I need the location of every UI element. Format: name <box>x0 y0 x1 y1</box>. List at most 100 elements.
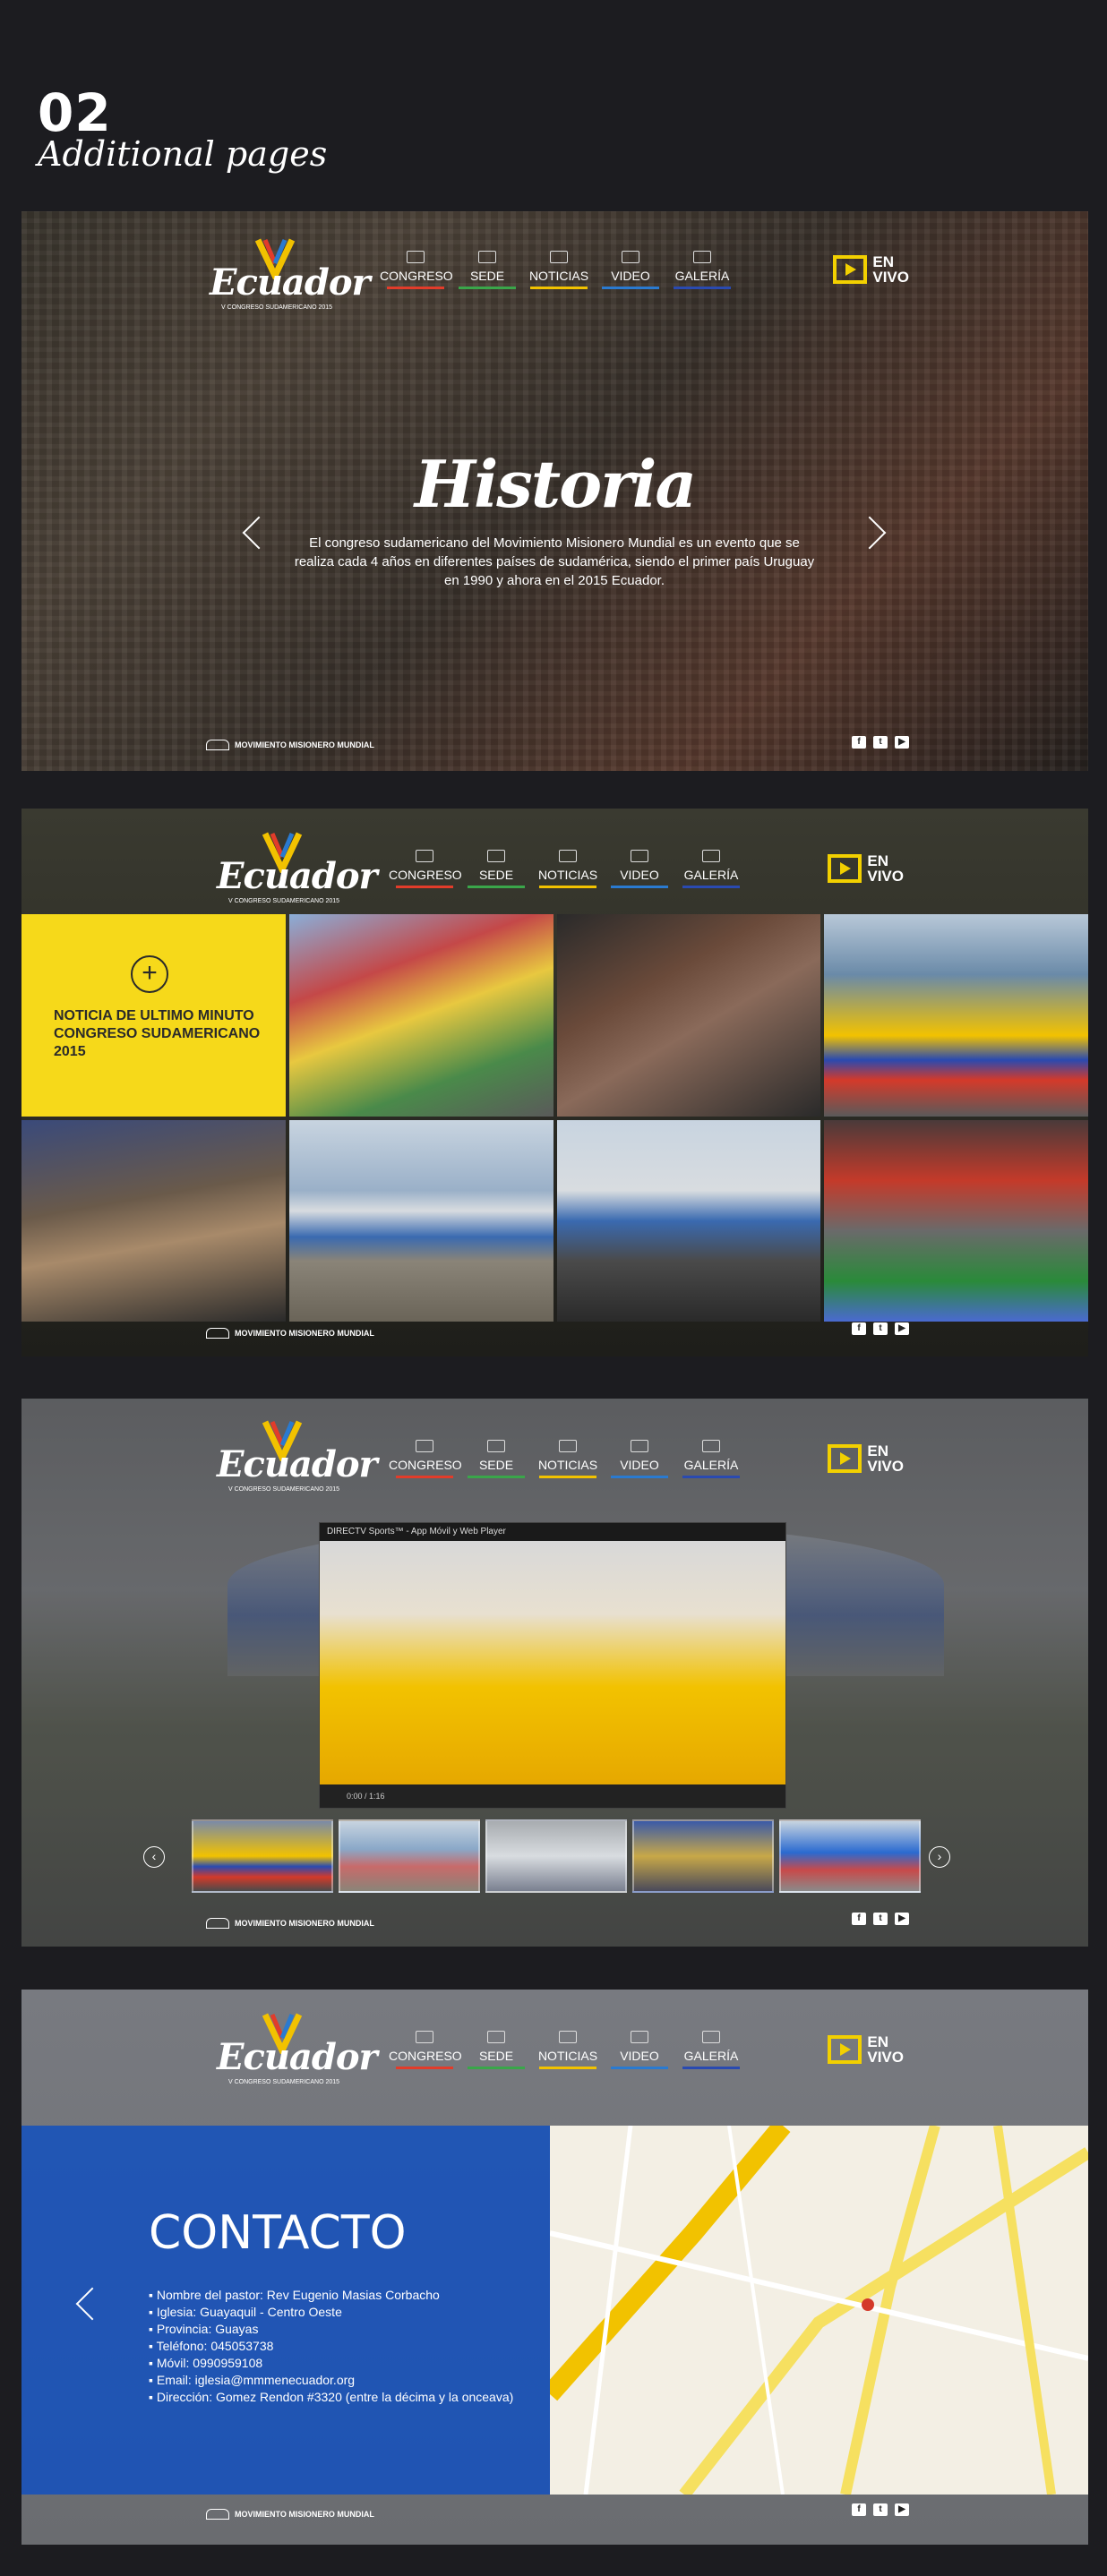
noticias-page: Ecuador V CONGRESO SUDAMERICANO 2015 CON… <box>21 809 1088 1356</box>
contact-panel: CONTACTO Nombre del pastor: Rev Eugenio … <box>21 2126 550 2495</box>
calendar-icon <box>416 2031 433 2043</box>
chat-icon <box>559 2031 577 2043</box>
nav-congreso[interactable]: CONGRESO <box>389 1440 462 1478</box>
facebook-icon[interactable]: f <box>852 2503 866 2516</box>
calendar-icon <box>416 1440 433 1452</box>
location-map[interactable] <box>550 2126 1088 2495</box>
contact-item: Teléfono: 045053738 <box>149 2338 513 2355</box>
news-tile-featured[interactable]: + NOTICIA DE ULTIMO MINUTO CONGRESO SUDA… <box>21 914 286 1117</box>
main-nav: CONGRESO SEDE NOTICIAS VIDEO GALERÍA <box>389 850 747 888</box>
nav-video[interactable]: VIDEO <box>604 850 675 888</box>
news-tile[interactable] <box>556 1119 821 1322</box>
news-tile[interactable] <box>288 914 554 1117</box>
logo-word: Ecuador <box>210 261 371 304</box>
video-frame[interactable] <box>320 1541 785 1784</box>
nav-video[interactable]: VIDEO <box>604 2031 675 2069</box>
video-thumb[interactable] <box>485 1819 627 1893</box>
video-page: Ecuador V CONGRESO SUDAMERICANO 2015 CON… <box>21 1399 1088 1947</box>
video-thumb[interactable] <box>779 1819 921 1893</box>
en-vivo-button[interactable]: EN VIVO <box>828 2034 904 2065</box>
news-tile[interactable] <box>21 1119 286 1322</box>
social-links: f t ▶ <box>852 2503 909 2516</box>
prev-arrow-icon[interactable] <box>75 2287 109 2321</box>
facebook-icon[interactable]: f <box>852 1322 866 1335</box>
video-thumb[interactable] <box>192 1819 333 1893</box>
nav-congreso[interactable]: CONGRESO <box>380 251 453 289</box>
video-thumbnails <box>192 1819 921 1893</box>
location-icon <box>487 2031 505 2043</box>
video-icon <box>622 251 639 263</box>
contact-item: Dirección: Gomez Rendon #3320 (entre la … <box>149 2389 513 2406</box>
nav-video[interactable]: VIDEO <box>595 251 666 289</box>
mmm-logo-icon <box>206 740 229 750</box>
ecuador-logo[interactable]: Ecuador V CONGRESO SUDAMERICANO 2015 <box>217 1418 378 1499</box>
chat-icon <box>559 1440 577 1452</box>
nav-noticias[interactable]: NOTICIAS <box>523 251 595 289</box>
logo-tag: V CONGRESO SUDAMERICANO 2015 <box>220 304 333 311</box>
en-vivo-button[interactable]: EN VIVO <box>828 1443 904 1474</box>
twitter-icon[interactable]: t <box>873 1322 888 1335</box>
news-tile[interactable] <box>824 1119 1088 1322</box>
footer-brand: MOVIMIENTO MISIONERO MUNDIAL <box>206 740 374 750</box>
youtube-icon[interactable]: ▶ <box>895 1913 909 1925</box>
nav-video[interactable]: VIDEO <box>604 1440 675 1478</box>
twitter-icon[interactable]: t <box>873 2503 888 2516</box>
video-icon <box>631 1440 648 1452</box>
nav-noticias[interactable]: NOTICIAS <box>532 2031 604 2069</box>
contact-item: Nombre del pastor: Rev Eugenio Masias Co… <box>149 2287 513 2304</box>
ecuador-logo[interactable]: Ecuador V CONGRESO SUDAMERICANO 2015 <box>217 830 378 911</box>
video-player[interactable]: DIRECTV Sports™ - App Móvil y Web Player… <box>319 1522 786 1809</box>
location-icon <box>478 251 496 263</box>
contacto-page: Ecuador V CONGRESO SUDAMERICANO 2015 CON… <box>21 1990 1088 2545</box>
nav-congreso[interactable]: CONGRESO <box>389 2031 462 2069</box>
video-thumb[interactable] <box>632 1819 774 1893</box>
facebook-icon[interactable]: f <box>852 1913 866 1925</box>
nav-galeria[interactable]: GALERÍA <box>675 850 747 888</box>
facebook-icon[interactable]: f <box>852 736 866 749</box>
twitter-icon[interactable]: t <box>873 736 888 749</box>
nav-sede[interactable]: SEDE <box>460 2031 532 2069</box>
video-controls[interactable]: 0:00 / 1:16 <box>320 1784 785 1808</box>
twitter-icon[interactable]: t <box>873 1913 888 1925</box>
next-circle-icon[interactable]: › <box>929 1846 950 1868</box>
nav-sede[interactable]: SEDE <box>451 251 523 289</box>
news-tile[interactable] <box>556 914 821 1117</box>
contact-details: Nombre del pastor: Rev Eugenio Masias Co… <box>149 2287 514 2406</box>
mmm-logo-icon <box>206 1328 229 1339</box>
nav-galeria[interactable]: GALERÍA <box>675 1440 747 1478</box>
footer-brand: MOVIMIENTO MISIONERO MUNDIAL <box>206 1918 374 1929</box>
image-icon <box>702 1440 720 1452</box>
play-icon <box>833 255 868 284</box>
nav-sede[interactable]: SEDE <box>460 850 532 888</box>
image-icon <box>702 850 720 862</box>
location-icon <box>487 850 505 862</box>
youtube-icon[interactable]: ▶ <box>895 2503 909 2516</box>
news-tile[interactable] <box>824 914 1088 1117</box>
historia-page: Ecuador V CONGRESO SUDAMERICANO 2015 CON… <box>21 211 1088 771</box>
nav-galeria[interactable]: GALERÍA <box>666 251 738 289</box>
ecuador-logo[interactable]: Ecuador V CONGRESO SUDAMERICANO 2015 <box>210 236 371 317</box>
en-vivo-button[interactable]: EN VIVO <box>828 853 904 884</box>
news-grid: + NOTICIA DE ULTIMO MINUTO CONGRESO SUDA… <box>21 914 1088 1322</box>
historia-title: Historia <box>414 446 697 522</box>
play-icon <box>828 1444 862 1473</box>
contact-item: Iglesia: Guayaquil - Centro Oeste <box>149 2304 513 2321</box>
social-links: f t ▶ <box>852 1322 909 1335</box>
main-nav: CONGRESO SEDE NOTICIAS VIDEO GALERÍA <box>389 2031 747 2069</box>
video-thumb[interactable] <box>339 1819 480 1893</box>
nav-noticias[interactable]: NOTICIAS <box>532 850 604 888</box>
nav-noticias[interactable]: NOTICIAS <box>532 1440 604 1478</box>
contact-item: Móvil: 0990959108 <box>149 2355 513 2372</box>
ecuador-logo[interactable]: Ecuador V CONGRESO SUDAMERICANO 2015 <box>217 2011 378 2092</box>
news-tile[interactable] <box>288 1119 554 1322</box>
video-icon <box>631 2031 648 2043</box>
footer-brand: MOVIMIENTO MISIONERO MUNDIAL <box>206 2509 374 2520</box>
nav-sede[interactable]: SEDE <box>460 1440 532 1478</box>
youtube-icon[interactable]: ▶ <box>895 1322 909 1335</box>
nav-galeria[interactable]: GALERÍA <box>675 2031 747 2069</box>
prev-circle-icon[interactable]: ‹ <box>143 1846 165 1868</box>
nav-congreso[interactable]: CONGRESO <box>389 850 462 888</box>
en-vivo-button[interactable]: EN VIVO <box>833 254 909 285</box>
contact-item[interactable]: Email: iglesia@mmmenecuador.org <box>149 2372 513 2389</box>
youtube-icon[interactable]: ▶ <box>895 736 909 749</box>
